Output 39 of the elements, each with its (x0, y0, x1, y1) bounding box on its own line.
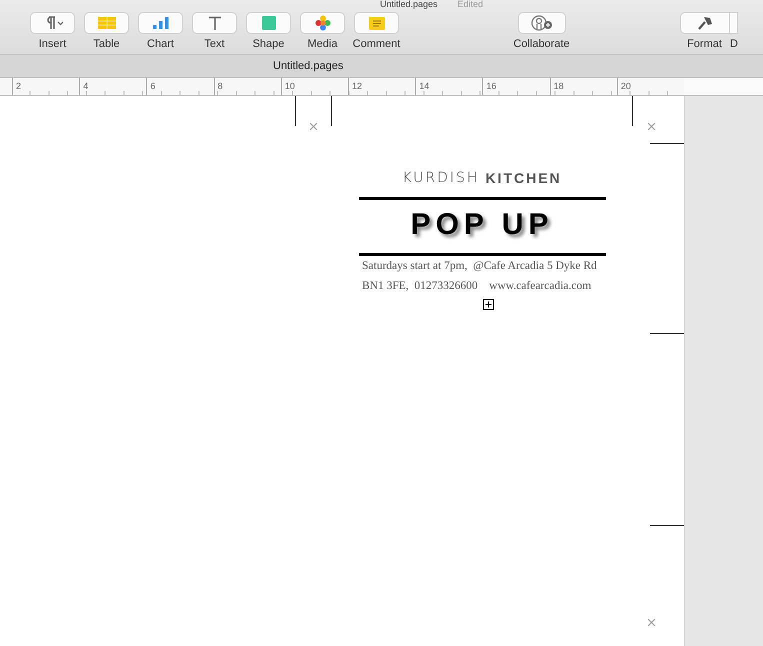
toolbar-label: D (730, 38, 738, 50)
ruler-number: 2 (12, 78, 80, 95)
heading-text: KURDISH (402, 170, 480, 186)
ruler-number: 8 (214, 78, 281, 95)
toolbar-label: Comment (352, 38, 400, 50)
window-title: Untitled.pages (380, 0, 438, 8)
toolbar-label: Format (687, 38, 722, 50)
toolbar-label: Chart (147, 38, 174, 50)
ruler-number: 10 (280, 78, 348, 95)
paintbrush-icon (696, 15, 712, 31)
ruler-number: 16 (482, 78, 550, 95)
address-text: BN1 3FE, 01273326600 www.cafearcadia.com (362, 279, 592, 294)
heading-text: KITCHEN (485, 170, 562, 186)
bar-chart-icon (152, 17, 168, 29)
edited-status: Edited (458, 0, 484, 8)
table-icon (98, 17, 116, 29)
cross-mark-icon (648, 619, 655, 626)
square-icon (262, 16, 276, 30)
toolbar-label: Text (204, 38, 225, 50)
ruler-number: 12 (348, 78, 416, 95)
toolbar-label: Table (93, 38, 120, 50)
toolbar-label: Insert (38, 38, 66, 50)
toolbar-label: Collaborate (513, 38, 570, 50)
flower-icon (314, 15, 330, 31)
toolbar-label: Media (308, 38, 338, 50)
poster-title: POP UP (410, 208, 554, 242)
document-tab[interactable]: Untitled.pages (273, 60, 344, 72)
cross-mark-icon (648, 123, 655, 130)
ruler-number: 18 (550, 78, 617, 95)
ruler-number: 6 (146, 78, 214, 95)
ruler-number: 4 (79, 78, 146, 95)
address-text: Saturdays start at 7pm, @Cafe Arcadia 5 Dyke Rd (362, 259, 597, 274)
plus-box-icon[interactable] (482, 299, 494, 310)
ruler-number: 14 (415, 78, 482, 95)
person-plus-icon (530, 15, 552, 31)
toolbar-label: Shape (252, 38, 284, 50)
text-icon (208, 16, 222, 30)
cross-mark-icon (310, 123, 317, 130)
note-icon (368, 16, 384, 30)
